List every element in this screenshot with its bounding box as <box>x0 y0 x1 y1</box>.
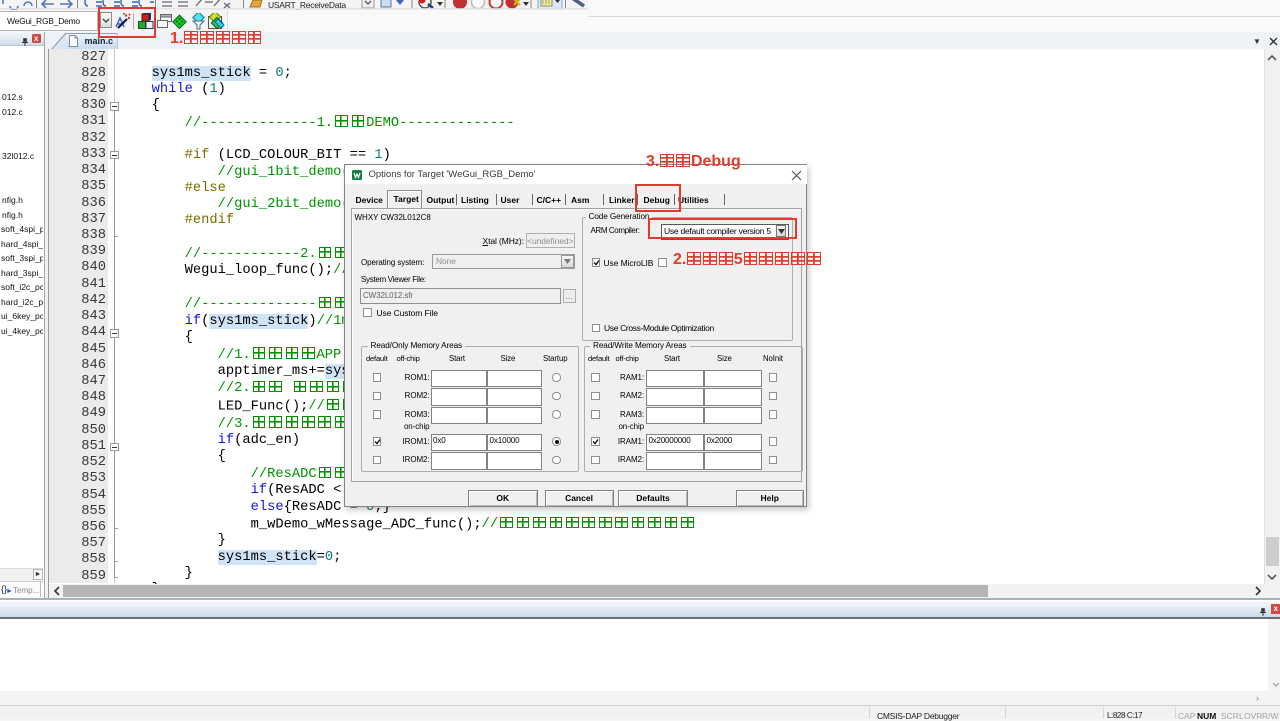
svg-text:USART_ReceiveData: USART_ReceiveData <box>268 0 346 10</box>
